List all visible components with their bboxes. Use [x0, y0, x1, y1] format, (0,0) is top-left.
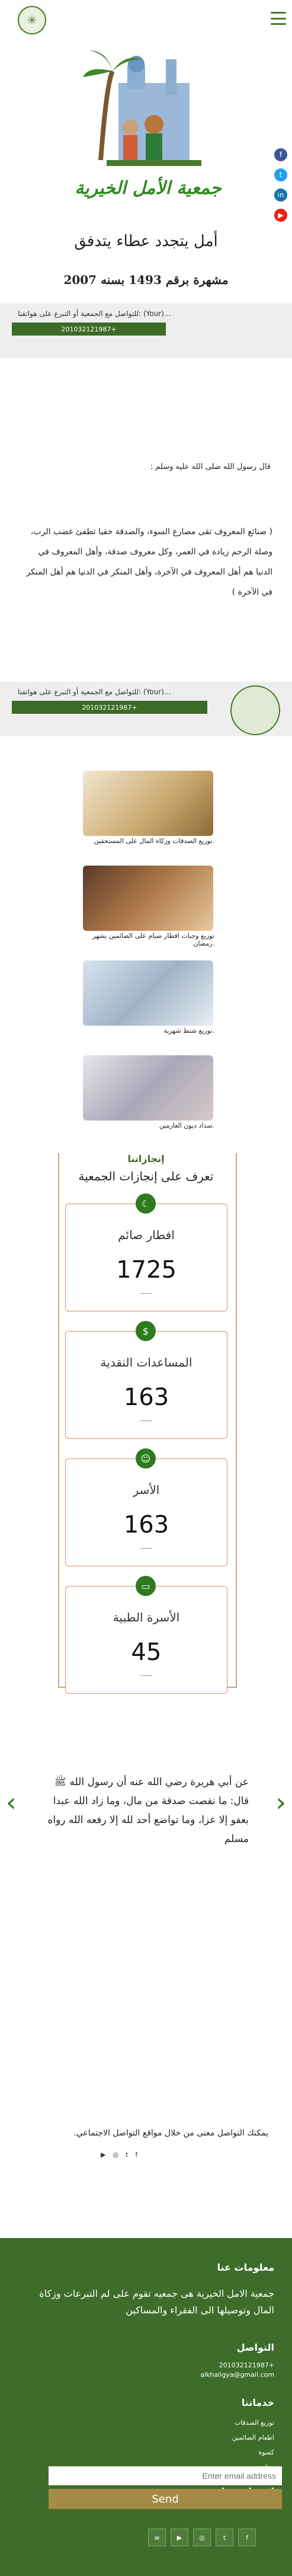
moon-icon: ☾ — [136, 1193, 156, 1214]
gallery-image-meals[interactable] — [83, 866, 213, 931]
gallery-caption: سداد ديون الغارمين. — [159, 1122, 214, 1129]
hadith-text: عن أبي هريرة رضي الله عنه أن رسول الله ﷺ… — [47, 1776, 249, 1845]
contact-text: للتواصل مع الجمعية أو التبرع على هواتفنا… — [18, 309, 171, 318]
footer-email[interactable]: alkhaligya@gmail.com — [200, 2371, 274, 2379]
gallery-caption: توزيع الصدقات وزكاة المال على المستحقين. — [94, 837, 214, 845]
footer-contact-title: التواصل — [236, 2342, 274, 2353]
stat-label: المساعدات النقدية — [100, 1355, 192, 1370]
stat-label: افطار صائم — [118, 1228, 175, 1242]
hero-title: جمعية الأمل الخيرية — [75, 178, 222, 199]
menu-button[interactable] — [271, 12, 286, 25]
twitter-icon[interactable]: t — [126, 2151, 128, 2159]
contact-phone[interactable]: 201032121987+ — [12, 701, 207, 714]
contact-strip: للتواصل مع الجمعية أو التبرع على هواتفنا… — [0, 304, 292, 358]
gallery-image-debts[interactable] — [83, 1055, 213, 1121]
youtube-icon[interactable]: ▶ — [274, 209, 287, 222]
email-input[interactable] — [49, 2466, 282, 2485]
divider — [140, 1293, 152, 1294]
whatsapp-icon[interactable]: w — [148, 2529, 166, 2546]
bed-icon: ▭ — [136, 1576, 156, 1596]
gallery-caption: توزيع وجبات افطار صيام على الصائمين بشهر… — [92, 932, 214, 947]
next-arrow-icon[interactable]: › — [275, 1787, 286, 1818]
footer-service-item[interactable]: كسوة — [259, 2449, 275, 2456]
registration-number: مشهرة برقم 1493 بسنه 2007 — [63, 273, 229, 287]
gallery-image-bags[interactable] — [83, 960, 213, 1026]
footer-service-item[interactable]: توزيع الصدقات — [235, 2419, 274, 2427]
contact-text: للتواصل مع الجمعية أو التبرع على هواتفنا… — [18, 688, 171, 696]
instagram-icon[interactable]: ◎ — [113, 2151, 118, 2159]
hero-subtitle: أمل يتجدد عطاء يتدفق — [74, 232, 218, 250]
stat-value: 163 — [123, 1511, 169, 1538]
facebook-icon[interactable]: f — [135, 2151, 137, 2159]
family-icon: ☺ — [136, 1448, 156, 1469]
stat-value: 1725 — [116, 1256, 177, 1284]
follow-icons: ▶ ◎ t f — [101, 2151, 137, 2159]
youtube-icon[interactable]: ▶ — [171, 2529, 188, 2546]
footer-about-text: جمعية الامل الخيرية هى جمعيه تقوم على لم… — [39, 2288, 274, 2316]
stat-card: ☺ الأسر 163 — [65, 1448, 227, 1566]
contact-phone[interactable]: 201032121987+ — [12, 323, 166, 336]
footer: معلومات عنا جمعية الامل الخيرية هى جمعيه… — [0, 2238, 292, 2576]
gallery-image-zakat[interactable] — [83, 771, 213, 836]
contact-strip-2: للتواصل مع الجمعية أو التبرع على هواتفنا… — [0, 682, 292, 736]
stat-label: الأسرة الطبية — [113, 1610, 180, 1624]
twitter-icon[interactable]: t — [216, 2529, 233, 2546]
stat-card: ▭ الأسرة الطبية 45 — [65, 1576, 227, 1694]
gallery-caption: توزيع شنط شهرية. — [163, 1027, 214, 1035]
hamburger-icon — [271, 12, 286, 14]
stat-value: 45 — [131, 1639, 162, 1666]
charity-illustration — [83, 50, 201, 166]
achievements-label: إنجازاتنا — [127, 1153, 165, 1164]
facebook-icon[interactable]: f — [238, 2529, 256, 2546]
linkedin-icon[interactable]: in — [274, 189, 287, 202]
achievements-title: تعرف على إنجازات الجمعية — [78, 1169, 214, 1183]
divider — [140, 1675, 152, 1676]
social-sidebar: f t in ▶ — [274, 148, 290, 229]
send-button[interactable]: Send — [49, 2489, 282, 2509]
footer-service-item[interactable]: اطعام الصائمين — [232, 2434, 274, 2441]
divider — [140, 1548, 152, 1549]
prev-arrow-icon[interactable]: ‹ — [6, 1787, 17, 1818]
footer-about-title: معلومات عنا — [217, 2262, 274, 2273]
facebook-icon[interactable]: f — [274, 148, 287, 161]
footer-phone[interactable]: +201032121987 — [219, 2361, 274, 2369]
site-logo[interactable]: ✳ — [18, 6, 46, 34]
stat-card: ☾ افطار صائم 1725 — [65, 1193, 227, 1311]
footer-services-title: خدماتنا — [241, 2397, 274, 2408]
association-logo — [230, 685, 280, 735]
instagram-icon[interactable]: ◎ — [193, 2529, 211, 2546]
stat-label: الأسر — [133, 1483, 160, 1497]
youtube-icon[interactable]: ▶ — [101, 2151, 105, 2159]
about-quote-intro: قال رسول الله صلى الله عليه وسلم : — [150, 462, 271, 471]
stat-value: 163 — [123, 1384, 169, 1411]
about-quote: ( صنائع المعروف تقى مصارع السوء، والصدقة… — [26, 527, 272, 597]
footer-social-icons: w ▶ ◎ t f — [148, 2529, 256, 2546]
twitter-icon[interactable]: t — [274, 168, 287, 181]
stat-card: $ المساعدات النقدية 163 — [65, 1321, 227, 1439]
follow-text: يمكنك التواصل معنى من خلال مواقع التواصل… — [73, 2128, 268, 2138]
money-icon: $ — [136, 1321, 156, 1341]
